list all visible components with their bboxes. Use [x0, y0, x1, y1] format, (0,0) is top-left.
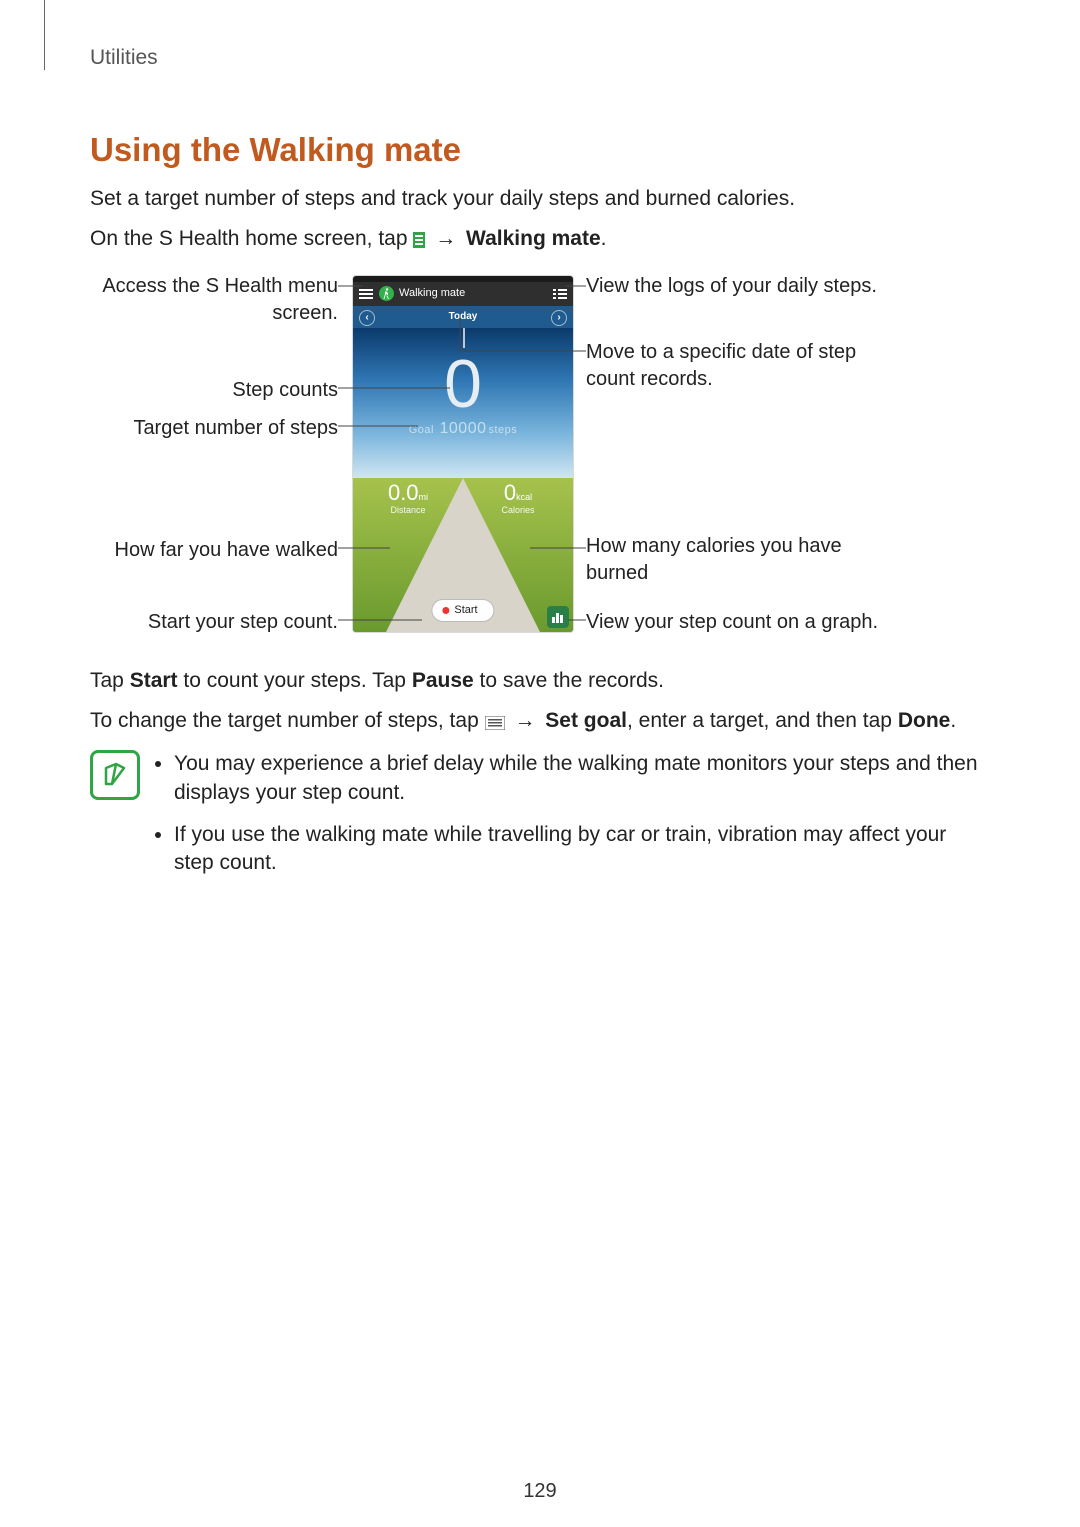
note-list: You may experience a brief delay while t…	[156, 750, 990, 891]
goal-line: Goal 10000steps	[353, 418, 573, 440]
callout-graph: View your step count on a graph.	[586, 609, 966, 636]
goal-suffix: steps	[489, 424, 518, 436]
menu-button[interactable]	[353, 288, 379, 300]
page-number: 129	[0, 1478, 1080, 1505]
calories-value: 0	[504, 480, 516, 505]
distance-unit: mi	[419, 492, 429, 502]
walker-icon	[379, 286, 394, 301]
distance-label: Distance	[353, 504, 463, 516]
goal-prefix: Goal	[409, 424, 434, 436]
app-bar: Walking mate	[353, 282, 573, 306]
l2d: , enter a target, and then tap	[627, 709, 898, 732]
l1b: Start	[130, 669, 178, 692]
arrow2-icon: →	[510, 709, 539, 732]
note-icon	[90, 750, 140, 800]
app-title: Walking mate	[399, 286, 465, 301]
callout-distance: How far you have walked	[90, 537, 338, 564]
menu-lines-icon	[413, 228, 425, 256]
instruction-suffix: .	[601, 227, 607, 250]
date-bar: ‹ Today ›	[353, 306, 573, 328]
note-item: If you use the walking mate while travel…	[174, 821, 990, 878]
start-button[interactable]: Start	[431, 599, 494, 622]
l1d: Pause	[412, 669, 474, 692]
instruction-target: Walking mate	[466, 227, 601, 250]
section-title: Using the Walking mate	[90, 128, 990, 173]
start-label: Start	[454, 603, 477, 618]
logs-button[interactable]	[547, 288, 573, 300]
intro-text: Set a target number of steps and track y…	[90, 185, 990, 213]
l2e: Done	[898, 709, 951, 732]
date-prev-button[interactable]: ‹	[359, 310, 375, 326]
date-label: Today	[449, 310, 478, 324]
ground-area: 0.0mi Distance 0kcal Calories Start	[353, 478, 573, 632]
instruction-line: On the S Health home screen, tap → Walki…	[90, 225, 990, 256]
l2f: .	[950, 709, 956, 732]
options-icon	[485, 710, 505, 738]
calories-stat: 0kcal Calories	[463, 482, 573, 517]
instruction-prefix: On the S Health home screen, tap	[90, 227, 413, 250]
calories-unit: kcal	[516, 492, 532, 502]
l2a: To change the target number of steps, ta…	[90, 709, 485, 732]
distance-stat: 0.0mi Distance	[353, 482, 463, 517]
callout-calories: How many calories you have burned	[586, 533, 906, 587]
date-next-button[interactable]: ›	[551, 310, 567, 326]
sky-area: 0 Goal 10000steps	[353, 328, 573, 478]
callout-menu: Access the S Health menu screen.	[90, 273, 338, 327]
l1a: Tap	[90, 669, 130, 692]
graph-button[interactable]	[547, 606, 569, 628]
l2c: Set goal	[545, 709, 627, 732]
calories-label: Calories	[463, 504, 573, 516]
callout-goal: Target number of steps	[90, 415, 338, 442]
goal-value: 10000	[438, 420, 489, 437]
callout-start: Start your step count.	[90, 609, 338, 636]
arrow-icon: →	[431, 227, 460, 250]
after-fig-line1: Tap Start to count your steps. Tap Pause…	[90, 667, 990, 695]
l1e: to save the records.	[474, 669, 664, 692]
l1c: to count your steps. Tap	[178, 669, 412, 692]
after-fig-line2: To change the target number of steps, ta…	[90, 707, 990, 738]
header-rule	[44, 0, 45, 70]
phone-screenshot: Walking mate ‹ Today › 0 Goal 10000steps	[353, 276, 573, 632]
breadcrumb: Utilities	[90, 44, 990, 72]
tick-mark	[463, 328, 465, 348]
note-item: You may experience a brief delay while t…	[174, 750, 990, 807]
app-title-area: Walking mate	[379, 286, 547, 301]
record-dot-icon	[442, 607, 449, 614]
callout-logs: View the logs of your daily steps.	[586, 273, 966, 300]
callout-date: Move to a specific date of step count re…	[586, 339, 906, 393]
note-block: You may experience a brief delay while t…	[90, 750, 990, 891]
callout-steps: Step counts	[90, 377, 338, 404]
walking-mate-figure: Walking mate ‹ Today › 0 Goal 10000steps	[90, 273, 990, 653]
distance-value: 0.0	[388, 480, 419, 505]
